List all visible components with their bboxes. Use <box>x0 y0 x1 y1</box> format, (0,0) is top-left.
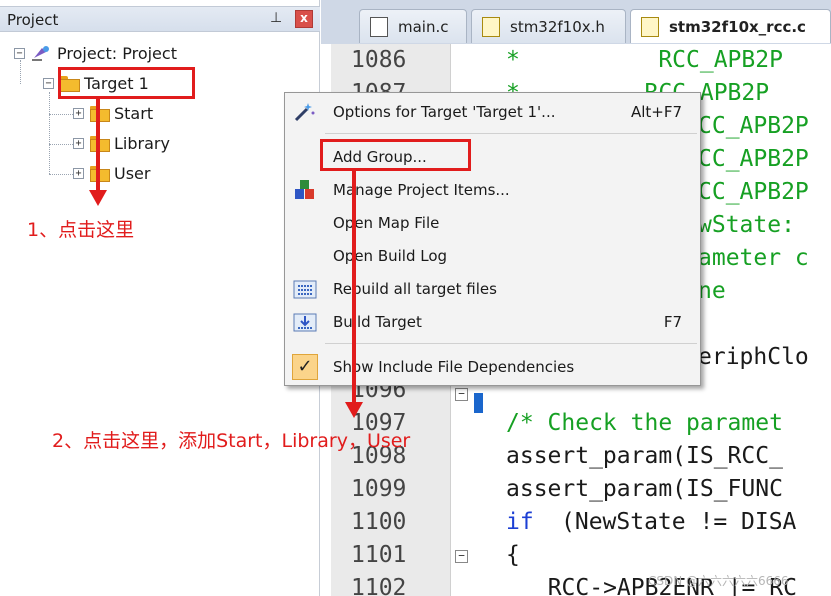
menu-item-options-for-target[interactable]: Options for Target 'Target 1'... Alt+F7 <box>286 97 699 127</box>
code-line: CC_APB2P <box>698 179 809 205</box>
close-panel-button[interactable]: x <box>295 10 313 28</box>
annotation-step2: 2、点击这里，添加Start，Library，User <box>52 430 411 452</box>
code-line: wState: <box>698 212 809 238</box>
line-number: 1099 <box>351 476 407 502</box>
line-number: 1086 <box>351 47 407 73</box>
code-line: (NewState != DISA <box>561 509 797 535</box>
watermark: CSDN @六六六六六6666 <box>648 574 789 588</box>
tab-stm32f10x-rcc-c[interactable]: stm32f10x_rcc.c <box>630 9 831 43</box>
code-line: ameter c <box>698 245 809 271</box>
tree-item-project[interactable]: − Project: Project <box>14 40 177 66</box>
arrow-step2-shaft <box>352 170 356 402</box>
tree-guide-line <box>49 114 73 115</box>
menu-item-build-target[interactable]: Build Target F7 <box>286 307 699 337</box>
code-keyword: if <box>506 509 534 535</box>
text-cursor-marker <box>474 393 483 413</box>
tree-label-group: Start <box>114 103 154 123</box>
code-line: eriphClo <box>698 344 809 370</box>
code-line: assert_param(IS_FUNC <box>506 476 783 502</box>
menu-item-manage-project-items[interactable]: Manage Project Items... <box>286 175 699 205</box>
expand-icon[interactable]: + <box>73 107 84 119</box>
expand-icon[interactable]: + <box>73 137 84 149</box>
header-file-icon <box>641 16 659 37</box>
menu-separator <box>325 133 697 134</box>
code-line: /* Check the paramet <box>506 410 783 436</box>
arrow-step1-shaft <box>96 98 100 190</box>
collapse-icon[interactable]: − <box>43 77 54 89</box>
tree-item-group[interactable]: + Start <box>73 100 153 126</box>
menu-label: Build Target <box>333 313 422 331</box>
menu-label: Rebuild all target files <box>333 280 497 298</box>
menu-item-rebuild-all[interactable]: Rebuild all target files <box>286 274 699 304</box>
menu-label: Open Build Log <box>333 247 448 265</box>
code-line: assert_param(IS_RCC_ <box>506 443 783 469</box>
rebuild-icon <box>292 277 318 301</box>
line-number: 1102 <box>351 575 407 596</box>
arrow-step1-head <box>89 190 107 206</box>
menu-shortcut: F7 <box>663 313 682 331</box>
tree-item-group[interactable]: + Library <box>73 130 170 156</box>
code-line: CC_APB2P <box>698 113 809 139</box>
menu-item-show-include-deps[interactable]: ✓ Show Include File Dependencies <box>286 352 699 382</box>
c-file-icon <box>370 16 388 37</box>
menu-shortcut: Alt+F7 <box>630 103 682 121</box>
menu-label: Options for Target 'Target 1'... <box>333 103 556 121</box>
pin-icon[interactable]: ⊥ <box>270 10 282 26</box>
tree-guide-line <box>49 174 73 175</box>
fold-toggle-icon[interactable]: − <box>455 388 468 401</box>
panel-header: Project ⊥ x <box>0 6 320 32</box>
project-icon <box>31 44 51 62</box>
build-icon <box>292 310 318 334</box>
tab-label: main.c <box>398 17 449 36</box>
line-number: 1100 <box>351 509 407 535</box>
panel-title: Project <box>7 11 59 29</box>
tree-label-project: Project: Project <box>57 43 177 63</box>
menu-item-open-build-log[interactable]: Open Build Log <box>286 241 699 271</box>
tab-label: stm32f10x.h <box>510 17 605 36</box>
line-number: 1101 <box>351 542 407 568</box>
menu-label: Show Include File Dependencies <box>333 358 575 376</box>
tab-main-c[interactable]: main.c <box>359 9 467 43</box>
checkmark-box: ✓ <box>292 354 318 380</box>
target-highlight-box <box>58 67 195 99</box>
collapse-icon[interactable]: − <box>14 47 25 59</box>
expand-icon[interactable]: + <box>73 167 84 179</box>
menu-item-open-map-file[interactable]: Open Map File <box>286 208 699 238</box>
fold-toggle-icon[interactable]: − <box>455 550 468 563</box>
code-line: { <box>506 542 520 568</box>
tab-bar: main.c stm32f10x.h stm32f10x_rcc.c <box>321 0 831 44</box>
add-group-highlight-box <box>320 139 471 171</box>
tree-label-group: User <box>114 163 151 183</box>
magic-wand-icon <box>292 100 318 124</box>
menu-label: Open Map File <box>333 214 440 232</box>
tree-guide-line <box>49 92 50 174</box>
tab-stm32f10x-h[interactable]: stm32f10x.h <box>471 9 626 43</box>
menu-label: Manage Project Items... <box>333 181 510 199</box>
context-menu: Options for Target 'Target 1'... Alt+F7 … <box>284 92 701 386</box>
tree-label-group: Library <box>114 133 170 153</box>
project-items-icon <box>292 178 318 202</box>
code-line: ne <box>698 278 726 304</box>
tree-item-group[interactable]: + User <box>73 160 150 186</box>
tree-guide-line <box>49 144 73 145</box>
arrow-step2-head <box>345 402 363 418</box>
annotation-step1: 1、点击这里 <box>27 219 135 241</box>
checkmark-icon: ✓ <box>292 354 318 380</box>
tab-label: stm32f10x_rcc.c <box>669 17 806 36</box>
code-line: * RCC_APB2P <box>506 47 783 73</box>
code-line: CC_APB2P <box>698 146 809 172</box>
menu-separator <box>325 343 697 344</box>
header-file-icon <box>482 16 500 37</box>
